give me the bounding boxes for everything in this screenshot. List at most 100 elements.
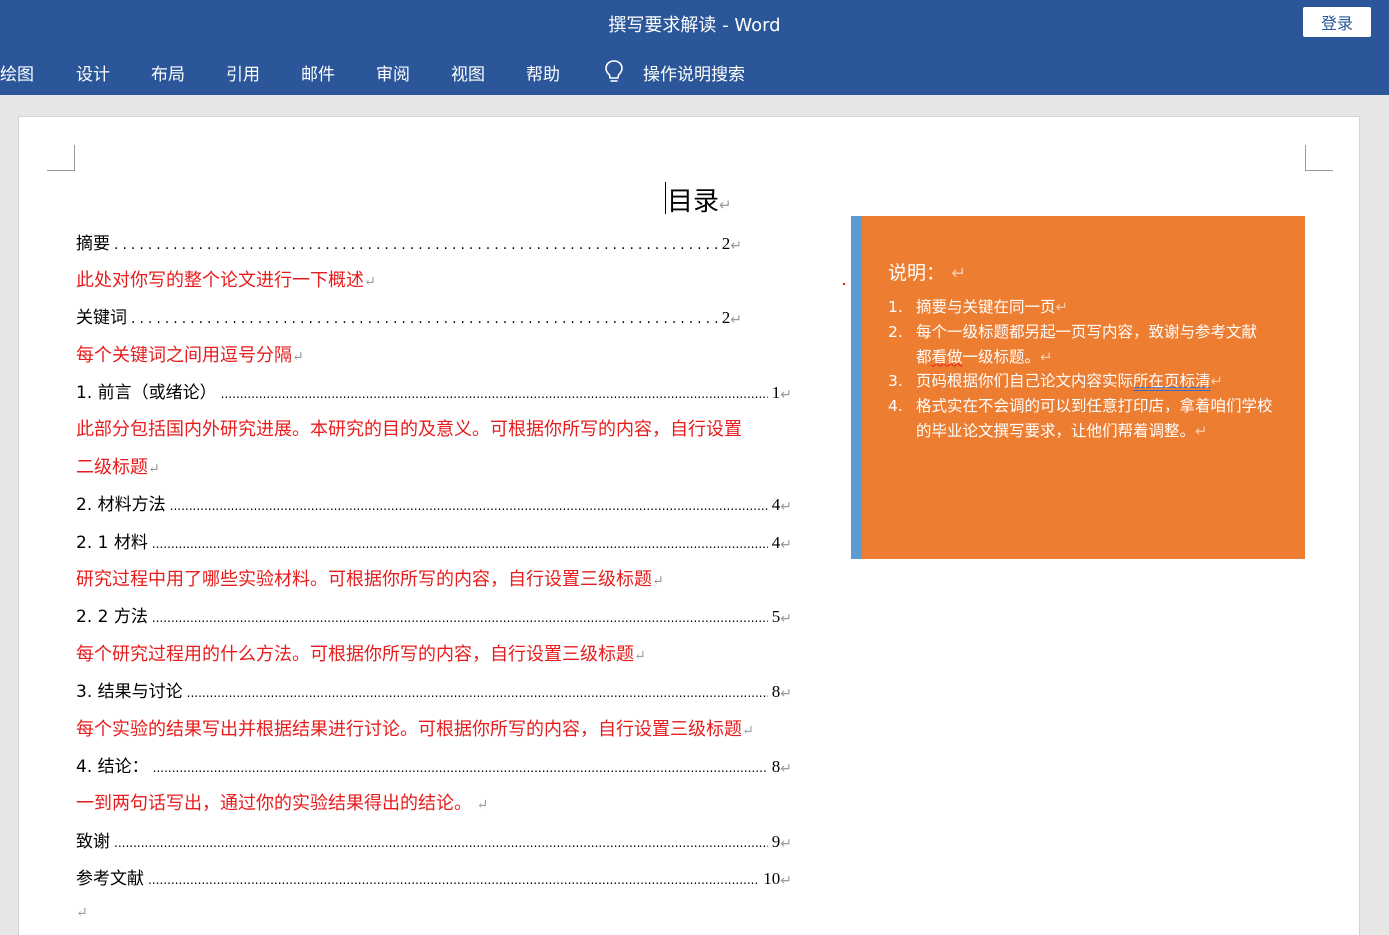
toc-heading: 目录↵ [667,181,732,218]
item-text: 都 [916,347,932,366]
tab-design[interactable]: 设计 [76,60,110,85]
document-page[interactable]: 目录↵ 摘要 .................................… [18,116,1360,935]
tab-help[interactable]: 帮助 [526,60,560,85]
guidance-text: 此部分包括国内外研究进展。本研究的目的及意义。可根据你所写的内容，自行设置 [76,419,742,439]
text-box-title-text: 说明： [888,262,946,284]
guidance-note: 一到两句话写出，通过你的实验结果得出的结论。 ↵ [76,789,488,815]
toc-heading-text: 目录 [667,187,720,217]
guidance-text: 二级标题 [76,457,148,477]
instruction-item: 1. 摘要与关键在同一页↵ [888,295,1298,320]
toc-row-acknowledgements[interactable]: 致谢 .....................................… [76,826,792,852]
paragraph-mark: ↵ [780,611,792,627]
login-button[interactable]: 登录 [1303,7,1371,37]
paragraph-mark: ↵ [148,462,160,477]
toc-row-materials-methods[interactable]: 2. 材料方法 ................................… [76,489,792,515]
toc-label: 4. 结论： [76,757,149,777]
item-text: 格式实在不会调的可以到任意打印店，拿着咱们学校的毕业论文撰写要求，让他们帮着调整… [916,397,1273,440]
paragraph-mark: ↵ [76,906,88,921]
dot-leader: ........................................… [220,387,768,401]
guidance-note: 每个关键词之间用逗号分隔↵ [76,341,304,367]
paragraph-mark: ↵ [780,537,792,553]
guidance-text: 一到两句话写出，通过你的实验结果得出的结论。 [76,793,472,813]
toc-label: 1. 前言（或绪论） [76,383,217,403]
anchor-dot [843,283,845,285]
tab-layout[interactable]: 布局 [151,60,185,85]
paragraph-mark: ↵ [730,312,742,328]
toc-label: 关键词 [76,308,127,328]
toc-page-number: 2 [721,234,731,253]
toc-page-number: 10 [763,869,781,888]
text-box-accent-bar [851,216,862,559]
guidance-text: 每个实验的结果写出并根据结果进行讨论。可根据你所写的内容，自行设置三级标题 [76,719,742,739]
paragraph-mark: ↵ [1210,372,1224,390]
tab-review[interactable]: 审阅 [376,60,410,85]
instruction-text-box[interactable]: 说明： ↵ 1. 摘要与关键在同一页↵ 2. 每个一级标题都另起一页写内容，致谢… [851,216,1305,559]
guidance-note: 研究过程中用了哪些实验材料。可根据你所写的内容，自行设置三级标题↵ [76,565,664,591]
guidance-text: 研究过程中用了哪些实验材料。可根据你所写的内容，自行设置三级标题 [76,569,652,589]
text-box-title: 说明： ↵ [888,258,966,285]
dot-leader: ........................................… [114,237,718,253]
grammar-flag: 所在页标清 [1133,372,1211,390]
paragraph-mark: ↵ [780,499,792,515]
tab-references[interactable]: 引用 [226,60,260,85]
toc-row-introduction[interactable]: 1. 前言（或绪论） .............................… [76,377,792,403]
item-text: 每个一级标题都另起一页写内容，致谢与参考文献 [916,323,1258,341]
empty-paragraph: ↵ [76,901,88,922]
item-number: 3. [888,372,903,390]
paragraph-mark: ↵ [780,761,792,777]
toc-row-methods[interactable]: 2. 2 方法 ................................… [76,601,792,627]
dot-leader: ........................................… [169,499,768,513]
toc-row-keywords[interactable]: 关键词 ....................................… [76,302,742,328]
dot-leader: ........................................… [151,537,768,551]
paragraph-mark: ↵ [730,238,742,254]
guidance-note: 此部分包括国内外研究进展。本研究的目的及意义。可根据你所写的内容，自行设置 [76,415,742,441]
margin-corner-top-right [1305,145,1333,171]
dot-leader: ........................................… [186,686,768,700]
item-text: 一级标题。 [962,347,1041,366]
toc-label: 参考文献 [76,869,144,889]
paragraph-mark: ↵ [742,724,754,739]
toc-label: 2. 1 材料 [76,533,148,553]
toc-page-number: 5 [771,607,781,626]
dot-leader: ........................................… [114,836,768,850]
margin-corner-top-left [47,145,75,171]
paragraph-mark: ↵ [780,836,792,852]
instruction-item: 4. 格式实在不会调的可以到任意打印店，拿着咱们学校的毕业论文撰写要求，让他们帮… [888,394,1298,444]
guidance-note: 此处对你写的整个论文进行一下概述↵ [76,266,376,292]
toc-label: 2. 2 方法 [76,607,148,627]
toc-row-abstract[interactable]: 摘要 .....................................… [76,228,742,254]
paragraph-mark: ↵ [1040,347,1053,366]
paragraph-mark: ↵ [634,649,646,664]
toc-page-number: 1 [771,383,781,402]
paragraph-mark: ↵ [719,196,732,214]
dot-leader: ........................................… [152,761,768,775]
paragraph-mark: ↵ [292,350,304,365]
text-cursor [665,182,666,214]
toc-row-materials[interactable]: 2. 1 材料 ................................… [76,527,792,553]
guidance-text: 每个关键词之间用逗号分隔 [76,345,292,365]
paragraph-mark: ↵ [364,275,376,290]
toc-row-conclusion[interactable]: 4. 结论： .................................… [76,751,792,777]
toc-label: 致谢 [76,832,110,852]
paragraph-mark: ↵ [780,873,792,889]
tell-me-search[interactable]: 操作说明搜索 [643,60,745,85]
toc-label: 摘要 [76,234,110,254]
toc-page-number: 9 [771,832,781,851]
toc-row-references[interactable]: 参考文献 ...................................… [76,863,792,889]
lightbulb-icon[interactable] [603,59,625,85]
guidance-note: 每个研究过程用的什么方法。可根据你所写的内容，自行设置三级标题↵ [76,640,646,666]
toc-label: 3. 结果与讨论 [76,682,183,702]
guidance-note: 二级标题↵ [76,453,160,479]
dot-leader: ........................................… [148,873,759,887]
tab-draw[interactable]: 绘图 [0,60,34,85]
paragraph-mark: ↵ [1195,421,1208,440]
paragraph-mark: ↵ [1055,298,1069,316]
toc-page-number: 2 [721,308,731,327]
item-number: 2. [888,323,903,341]
tab-view[interactable]: 视图 [451,60,485,85]
toc-row-results-discussion[interactable]: 3. 结果与讨论 ...............................… [76,676,792,702]
instruction-item: 2. 每个一级标题都另起一页写内容，致谢与参考文献 都看做一级标题。↵ [888,320,1298,370]
instruction-item: 3. 页码根据你们自己论文内容实际所在页标清↵ [888,369,1298,394]
tab-mailings[interactable]: 邮件 [301,60,335,85]
toc-page-number: 8 [771,757,781,776]
